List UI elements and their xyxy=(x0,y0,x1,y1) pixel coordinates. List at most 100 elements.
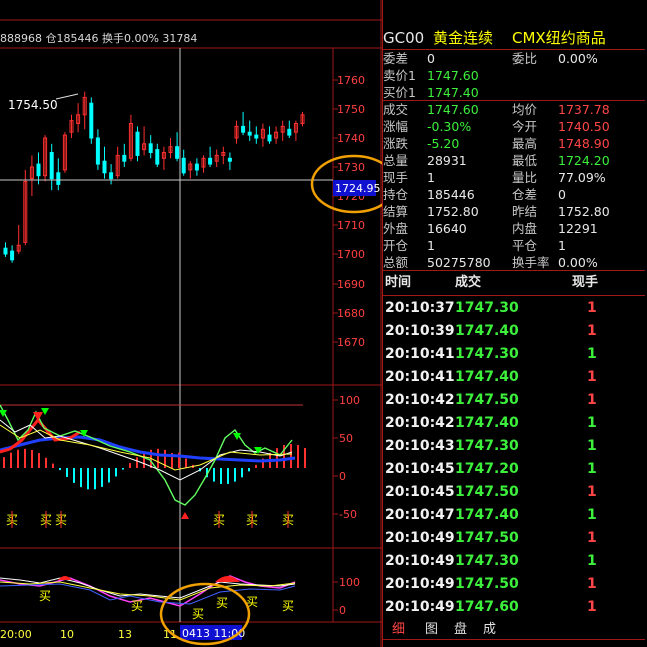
signal-char: 买 xyxy=(282,599,294,613)
sell-signal-marker xyxy=(41,408,49,415)
candle-body xyxy=(109,172,114,180)
candle-body xyxy=(3,247,8,255)
tick-volume: 1 xyxy=(587,599,597,615)
candle-body xyxy=(122,154,127,162)
candle-body xyxy=(89,102,94,139)
quote-label: 内盘 xyxy=(512,221,538,236)
tab-0[interactable]: 细 xyxy=(392,621,406,640)
signal-char: 买 xyxy=(216,596,228,610)
quote-row: 委差 0 委比 0.00% xyxy=(382,50,644,67)
quote-value: 1 xyxy=(558,238,566,253)
tick-volume: 1 xyxy=(587,553,597,569)
quote-value: 1 xyxy=(427,238,435,253)
candle-body xyxy=(208,157,213,165)
quote-value: 1748.90 xyxy=(558,136,610,151)
quote-value: 1752.80 xyxy=(427,204,479,219)
quote-label: 最低 xyxy=(512,153,538,168)
indicator-axis-label: 100 xyxy=(339,576,360,589)
tick-row: 20:10:49 1747.50 1 xyxy=(382,527,644,550)
green-line xyxy=(0,404,293,506)
quote-label: 开仓 xyxy=(383,238,409,253)
quote-row: 外盘 16640 内盘 12291 xyxy=(382,220,644,237)
price-axis-label: 1740 xyxy=(337,132,365,145)
quote-value: 12291 xyxy=(558,221,598,236)
quote-label: 量比 xyxy=(512,170,538,185)
tick-price: 1747.50 xyxy=(455,392,519,408)
tick-row: 20:10:47 1747.40 1 xyxy=(382,504,644,527)
quote-value: 0.00% xyxy=(558,51,598,66)
tick-volume: 1 xyxy=(587,461,597,477)
quote-label: 均价 xyxy=(512,102,538,117)
quote-row: 成交 1747.60 均价 1737.78 xyxy=(382,101,644,118)
candle-body xyxy=(254,134,259,139)
quote-value: 28931 xyxy=(427,153,467,168)
hilo-pointer xyxy=(55,93,79,100)
tick-row: 20:10:49 1747.50 1 xyxy=(382,573,644,596)
tick-price: 1747.40 xyxy=(455,507,519,523)
tick-price: 1747.40 xyxy=(455,369,519,385)
date-axis-label: 10 xyxy=(60,628,74,641)
tick-row: 20:10:49 1747.30 1 xyxy=(382,550,644,573)
indicator-axis-label: 0 xyxy=(339,604,346,617)
quote-row: 总额 50275780 换手率 0.00% xyxy=(382,254,644,271)
quote-label: 平仓 xyxy=(512,238,538,253)
quote-row: 卖价1 1747.60 xyxy=(382,67,644,84)
tab-2[interactable]: 盘 xyxy=(454,621,467,639)
tick-header-cell: 现手 xyxy=(572,275,599,290)
candle-body xyxy=(36,163,41,177)
quote-value: 1737.78 xyxy=(558,102,610,117)
tick-time: 20:10:41 xyxy=(385,369,455,385)
quote-value: -5.20 xyxy=(427,136,460,151)
quote-row: 总量 28931 最低 1724.20 xyxy=(382,152,644,169)
tick-time: 20:10:43 xyxy=(385,438,455,454)
instrument-name: 黄金连续 xyxy=(433,29,494,47)
quote-value: 0 xyxy=(558,187,566,202)
tick-time: 20:10:45 xyxy=(385,461,455,477)
candle-body xyxy=(175,146,180,159)
date-axis-label: 13 xyxy=(118,628,132,641)
tick-price: 1747.50 xyxy=(455,530,519,546)
tick-volume: 1 xyxy=(587,300,597,316)
candle-body xyxy=(267,134,272,142)
candle-body xyxy=(102,160,107,174)
tick-price: 1747.30 xyxy=(455,346,519,362)
tick-row: 20:10:45 1747.50 1 xyxy=(382,481,644,504)
quote-label: 总量 xyxy=(383,153,409,168)
tick-time: 20:10:41 xyxy=(385,346,455,362)
instrument-code: GC00 xyxy=(383,29,425,47)
quote-value: -0.30% xyxy=(427,119,472,134)
quote-row: 开仓 1 平仓 1 xyxy=(382,237,644,254)
tick-volume: 1 xyxy=(587,323,597,339)
quote-value: 1724.20 xyxy=(558,153,610,168)
indicator-axis-label: 100 xyxy=(339,394,360,407)
tab-1[interactable]: 图 xyxy=(425,621,438,639)
red-average-line xyxy=(0,417,81,454)
quote-label: 买价1 xyxy=(383,85,416,100)
quote-value: 0 xyxy=(427,51,435,66)
tick-row: 20:10:39 1747.40 1 xyxy=(382,320,644,343)
tick-volume: 1 xyxy=(587,507,597,523)
tick-price: 1747.20 xyxy=(455,461,519,477)
quote-label: 涨跌 xyxy=(383,136,409,151)
quote-value: 1747.60 xyxy=(427,102,479,117)
quote-row: 涨跌 -5.20 最高 1748.90 xyxy=(382,135,644,152)
tab-3[interactable]: 成 xyxy=(483,621,496,639)
indicator-axis-label: 50 xyxy=(339,432,353,445)
quote-label: 昨结 xyxy=(512,204,538,219)
tick-time: 20:10:49 xyxy=(385,553,455,569)
kline-chart-area[interactable]: 888968 仓185446 换手0.00% 31784 1760 1750 174… xyxy=(0,0,382,647)
quote-value: 1752.80 xyxy=(558,204,610,219)
candle-body xyxy=(155,149,160,165)
quote-label: 总额 xyxy=(383,255,409,270)
cursor-date-label: 0413 11:00 xyxy=(182,627,245,640)
tick-time: 20:10:47 xyxy=(385,507,455,523)
price-axis-label: 1680 xyxy=(337,307,365,320)
chart-canvas[interactable]: 1760175017401730172017101700169016801670… xyxy=(0,0,382,647)
tick-time: 20:10:42 xyxy=(385,415,455,431)
tick-row: 20:10:43 1747.30 1 xyxy=(382,435,644,458)
quote-row: 涨幅 -0.30% 今开 1740.50 xyxy=(382,118,644,135)
panel-separator xyxy=(382,100,645,101)
tick-price: 1747.60 xyxy=(455,599,519,615)
tick-row: 20:10:45 1747.20 1 xyxy=(382,458,644,481)
up-signal-marker xyxy=(181,512,189,519)
